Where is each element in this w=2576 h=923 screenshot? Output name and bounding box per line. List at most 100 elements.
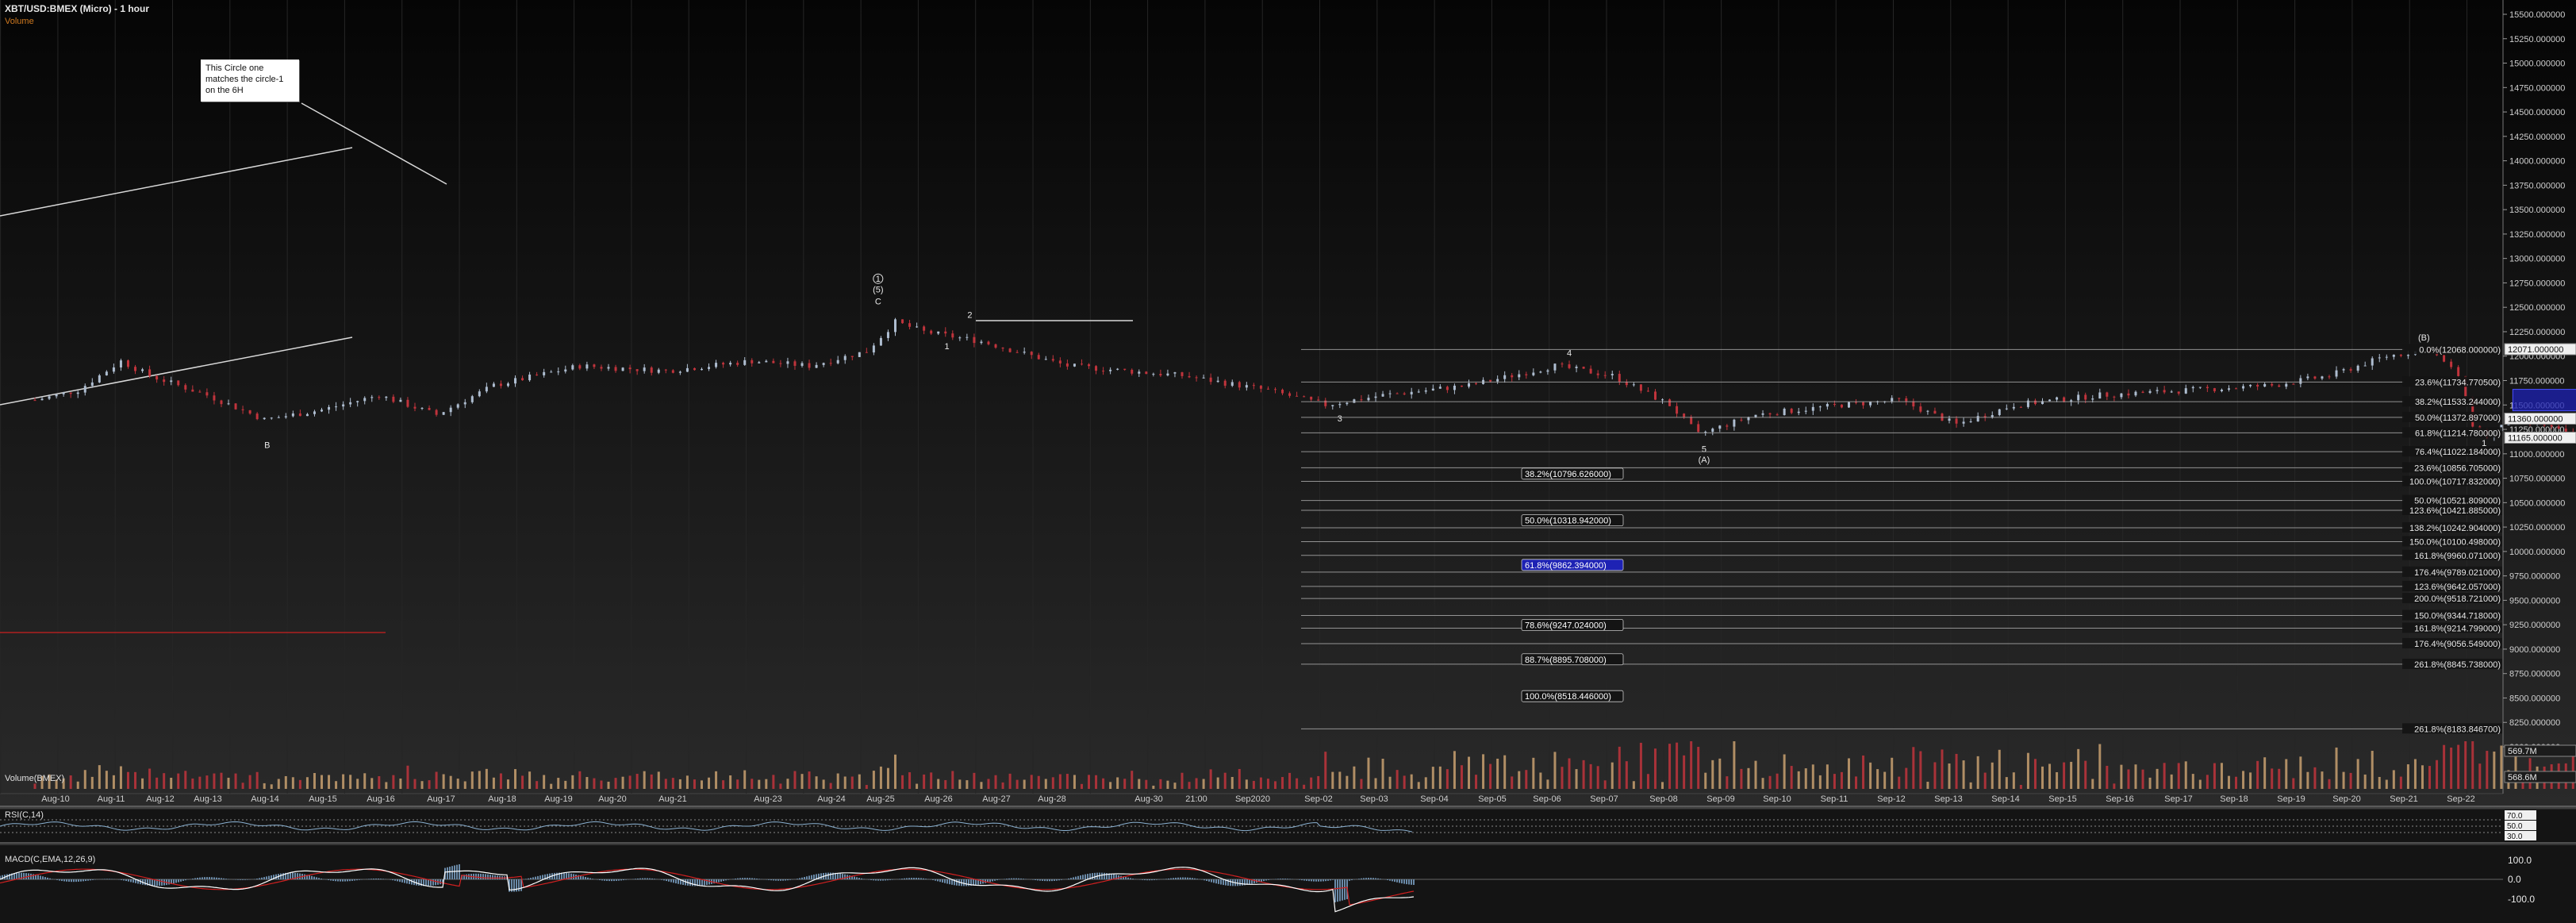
candle-body [449, 407, 452, 413]
x-axis-label: Sep-11 [1821, 794, 1849, 804]
candle-body [2363, 365, 2367, 367]
volume-bar [191, 778, 194, 789]
volume-bar [2349, 772, 2352, 789]
candle-body [1653, 391, 1657, 400]
price-chart[interactable]: 15500.000000 15250.000000 15000.000000 1475… [0, 0, 2576, 923]
candle-body [1639, 384, 1642, 391]
candle-body [2084, 394, 2087, 400]
x-axis-label: Sep-17 [2164, 794, 2192, 804]
volume-bar [370, 778, 374, 789]
candle-body [2191, 387, 2194, 389]
candle-body [2313, 376, 2317, 379]
candle-body [2170, 391, 2173, 393]
candle-body [2443, 355, 2446, 362]
x-axis-label: Aug-30 [1134, 794, 1162, 804]
price-badge-label: 568.6M [2508, 773, 2537, 783]
candle-body [1245, 385, 1248, 388]
candle-body [678, 371, 681, 373]
x-axis-label: Aug-11 [98, 794, 125, 804]
volume-bar [220, 772, 223, 789]
candle-body [1955, 418, 1958, 424]
candle-body [1303, 396, 1306, 398]
x-axis-label: 21:00 [1185, 794, 1207, 804]
price-tick-label: 10750.000000 [2509, 475, 2565, 484]
volume-bar [1044, 779, 1047, 789]
volume-bar [1395, 770, 1399, 789]
volume-bar [2471, 741, 2474, 789]
volume-bar [499, 773, 502, 789]
candle-body [951, 333, 954, 338]
fib-mid-label: 61.8%(9862.394000) [1525, 561, 1607, 571]
volume-bar [2321, 771, 2324, 789]
candle-body [1058, 360, 1061, 363]
volume-bar [2500, 745, 2503, 789]
candle-body [2242, 386, 2245, 389]
annotation-note[interactable]: This Circle one matches the circle-1 on th… [201, 60, 299, 102]
candle-body [1037, 355, 1040, 360]
volume-bar [1346, 775, 1349, 789]
candle-body [850, 356, 854, 357]
candle-body [2227, 388, 2230, 390]
volume-bar [901, 775, 904, 789]
candle-body [463, 402, 466, 405]
candle-body [1668, 399, 1672, 406]
volume-bar [1697, 747, 1700, 789]
candle-body [356, 401, 359, 402]
volume-bar [2170, 774, 2173, 789]
volume-bar [923, 774, 926, 789]
volume-bar [1138, 779, 1141, 789]
fib-level-label: 23.6%(10856.705000) [2414, 463, 2501, 473]
candle-body [2063, 397, 2066, 402]
candle-body [514, 378, 517, 384]
volume-bar [1596, 766, 1599, 789]
candle-body [148, 369, 152, 376]
volume-bar [1468, 756, 1470, 789]
volume-bar [643, 771, 646, 789]
price-tick-label: 12750.000000 [2509, 279, 2565, 288]
candle-body [743, 360, 747, 365]
volume-bar [786, 779, 789, 789]
candle-body [700, 368, 703, 371]
candle-body [2127, 393, 2130, 396]
candle-body [33, 400, 36, 402]
volume-bar [1568, 758, 1571, 789]
volume-bar [1704, 772, 1707, 789]
candle-body [1216, 380, 1219, 383]
volume-bar [385, 782, 388, 789]
x-axis-label: Sep-16 [2106, 794, 2133, 804]
volume-bar [657, 771, 660, 789]
rsi-tick-label: 70.0 [2507, 812, 2523, 821]
volume-bar [1561, 767, 1564, 789]
volume-bar [1511, 776, 1514, 789]
candle-body [585, 364, 589, 369]
volume-bar [1496, 758, 1499, 789]
macd-tick-label: 100.0 [2508, 855, 2532, 866]
candle-body [2163, 390, 2166, 393]
volume-bar [1266, 779, 1269, 789]
volume-bar [2106, 765, 2109, 789]
volume-bar [270, 784, 273, 789]
candle-body [836, 360, 839, 363]
volume-bar [1761, 778, 1764, 789]
candle-body [2220, 390, 2223, 391]
candle-body [2271, 383, 2274, 386]
volume-bar [69, 775, 72, 789]
candle-body [1238, 382, 1241, 388]
volume-bar [772, 775, 775, 789]
candle-body [1862, 402, 1865, 406]
volume-bar [894, 754, 896, 789]
candle-body [1575, 367, 1578, 368]
candle-body [1919, 406, 1922, 412]
candle-body [270, 417, 273, 419]
candle-body [342, 404, 345, 407]
volume-bar [944, 779, 947, 789]
price-tick-label: 9250.000000 [2509, 621, 2560, 630]
wave-label: C [875, 298, 881, 307]
volume-bar [342, 774, 345, 789]
volume-bar [1131, 771, 1134, 789]
x-axis-label: Aug-23 [754, 794, 781, 804]
volume-bar [1740, 768, 1743, 789]
volume-bar [1726, 776, 1729, 789]
candle-body [2213, 388, 2216, 391]
volume-bar [1919, 751, 1922, 789]
